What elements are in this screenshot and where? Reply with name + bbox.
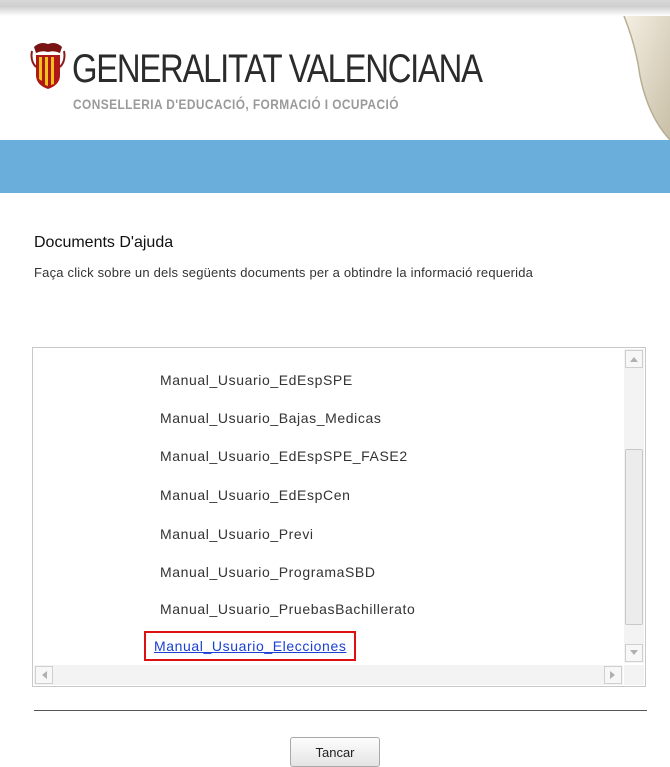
header-blue-band	[0, 140, 670, 193]
arrow-right-icon	[610, 671, 615, 679]
document-link-edespspe-fase2[interactable]: Manual_Usuario_EdEspSPE_FASE2	[160, 448, 408, 464]
document-link-edespspe[interactable]: Manual_Usuario_EdEspSPE	[160, 372, 353, 388]
decorative-page-curl-icon	[623, 16, 670, 140]
document-link-previ[interactable]: Manual_Usuario_Previ	[160, 526, 314, 542]
scrollbar-corner	[624, 665, 644, 685]
document-link-bajas-medicas[interactable]: Manual_Usuario_Bajas_Medicas	[160, 410, 381, 426]
footer-divider	[34, 710, 647, 711]
scroll-up-button[interactable]	[625, 350, 643, 368]
site-header: GENERALITAT VALENCIANA CONSELLERIA D'EDU…	[0, 16, 670, 140]
arrow-up-icon	[630, 357, 638, 362]
brand-title: GENERALITAT VALENCIANA	[72, 47, 483, 91]
instructions-text: Faça click sobre un dels següents docume…	[34, 265, 534, 280]
document-link-elecciones[interactable]: Manual_Usuario_Elecciones	[144, 631, 357, 661]
brand-subtitle: CONSELLERIA D'EDUCACIÓ, FORMACIÓ I OCUPA…	[73, 96, 399, 112]
coat-of-arms-icon	[30, 43, 66, 89]
scroll-left-button[interactable]	[35, 666, 53, 684]
document-link-edespcen[interactable]: Manual_Usuario_EdEspCen	[160, 487, 350, 503]
page-title: Documents D'ajuda	[34, 234, 174, 251]
vertical-scrollbar[interactable]	[624, 349, 644, 663]
scroll-right-button[interactable]	[604, 666, 622, 684]
document-link-programasbd[interactable]: Manual_Usuario_ProgramaSBD	[160, 564, 376, 580]
arrow-left-icon	[42, 671, 47, 679]
vertical-scroll-thumb[interactable]	[625, 449, 643, 625]
top-gradient-line	[0, 0, 670, 16]
documents-list-box[interactable]: Manual_Usuario_EdEspSPE Manual_Usuario_B…	[32, 347, 646, 687]
close-button[interactable]: Tancar	[290, 737, 380, 767]
arrow-down-icon	[630, 650, 638, 655]
document-link-pruebas-bachillerato[interactable]: Manual_Usuario_PruebasBachillerato	[160, 601, 415, 617]
horizontal-scrollbar[interactable]	[34, 665, 623, 685]
scroll-down-button[interactable]	[625, 644, 643, 662]
